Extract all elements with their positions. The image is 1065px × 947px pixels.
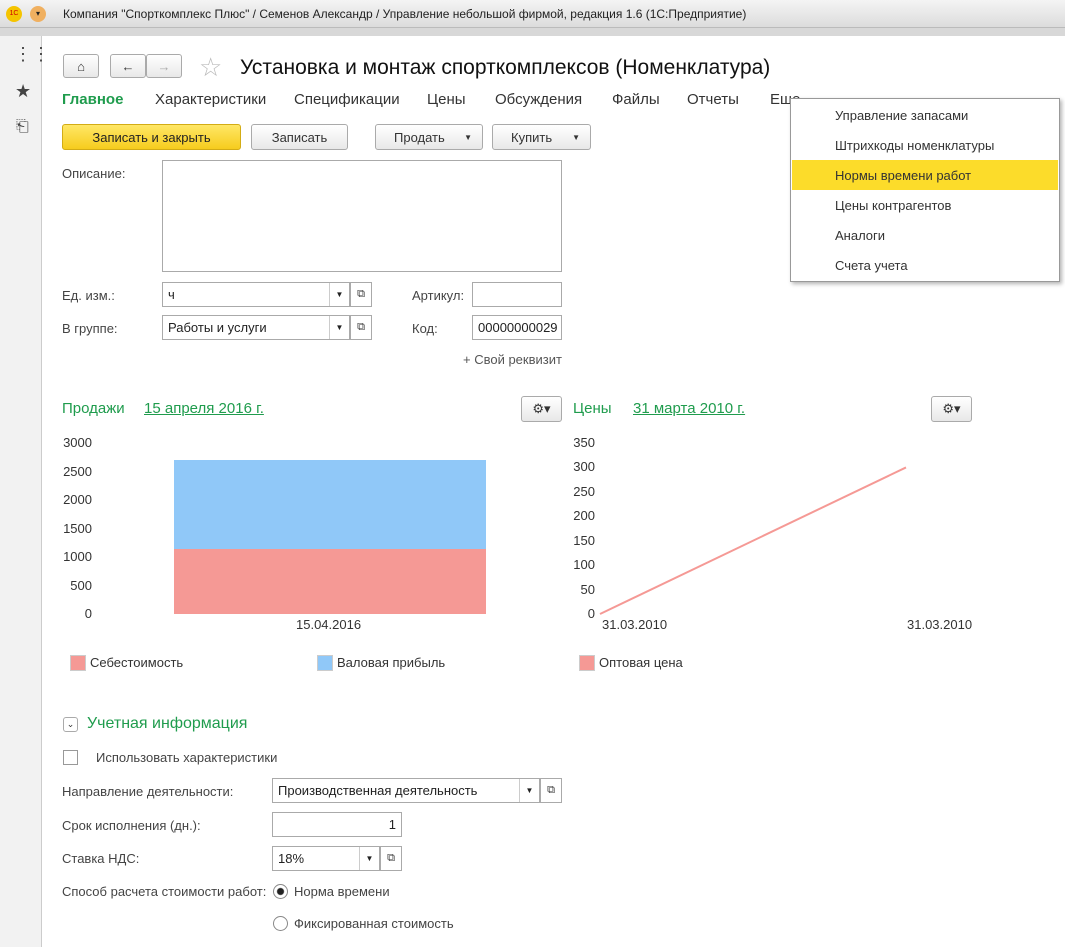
dropdown-arrow-icon[interactable]: ▼ [519,779,539,802]
legend-swatch-cost [70,655,86,671]
menu-item-stock[interactable]: Управление запасами [792,100,1058,130]
dropdown-arrow-icon[interactable]: ▼ [359,847,379,870]
radio-time-norm[interactable] [273,884,288,899]
vat-select[interactable]: 18% ▼ [272,846,380,871]
use-characteristics-label: Использовать характеристики [96,750,278,765]
menu-item-analogs[interactable]: Аналоги [792,220,1058,250]
menu-item-work-time-norms[interactable]: Нормы времени работ [792,160,1058,190]
radio-fixed-cost-label[interactable]: Фиксированная стоимость [294,916,454,931]
term-input[interactable]: 1 [272,812,402,837]
collapse-chevron-icon[interactable]: ⌄ [63,717,78,732]
prices-line [599,466,907,615]
accounting-section-title[interactable]: Учетная информация [87,715,247,733]
open-icon[interactable]: ⧉ [540,778,562,803]
menu-item-counterparty-prices[interactable]: Цены контрагентов [792,190,1058,220]
legend-wholesale: Оптовая цена [599,655,683,670]
direction-value: Производственная деятельность [278,783,478,798]
direction-label: Направление деятельности: [62,784,234,799]
legend-profit: Валовая прибыль [337,655,446,670]
vat-value: 18% [278,851,305,866]
legend-cost: Себестоимость [90,655,184,670]
open-icon[interactable]: ⧉ [380,846,402,871]
menu-item-barcodes[interactable]: Штрихкоды номенклатуры [792,130,1058,160]
legend-swatch-profit [317,655,333,671]
radio-fixed-cost[interactable] [273,916,288,931]
calc-method-label: Способ расчета стоимости работ: [62,884,267,899]
menu-item-accounts[interactable]: Счета учета [792,250,1058,280]
radio-time-norm-label[interactable]: Норма времени [294,884,390,899]
more-dropdown-menu: Управление запасами Штрихкоды номенклату… [790,98,1060,282]
use-characteristics-checkbox[interactable] [63,750,78,765]
legend-swatch-wholesale [579,655,595,671]
direction-select[interactable]: Производственная деятельность ▼ [272,778,540,803]
vat-label: Ставка НДС: [62,851,140,866]
term-label: Срок исполнения (дн.): [62,818,201,833]
